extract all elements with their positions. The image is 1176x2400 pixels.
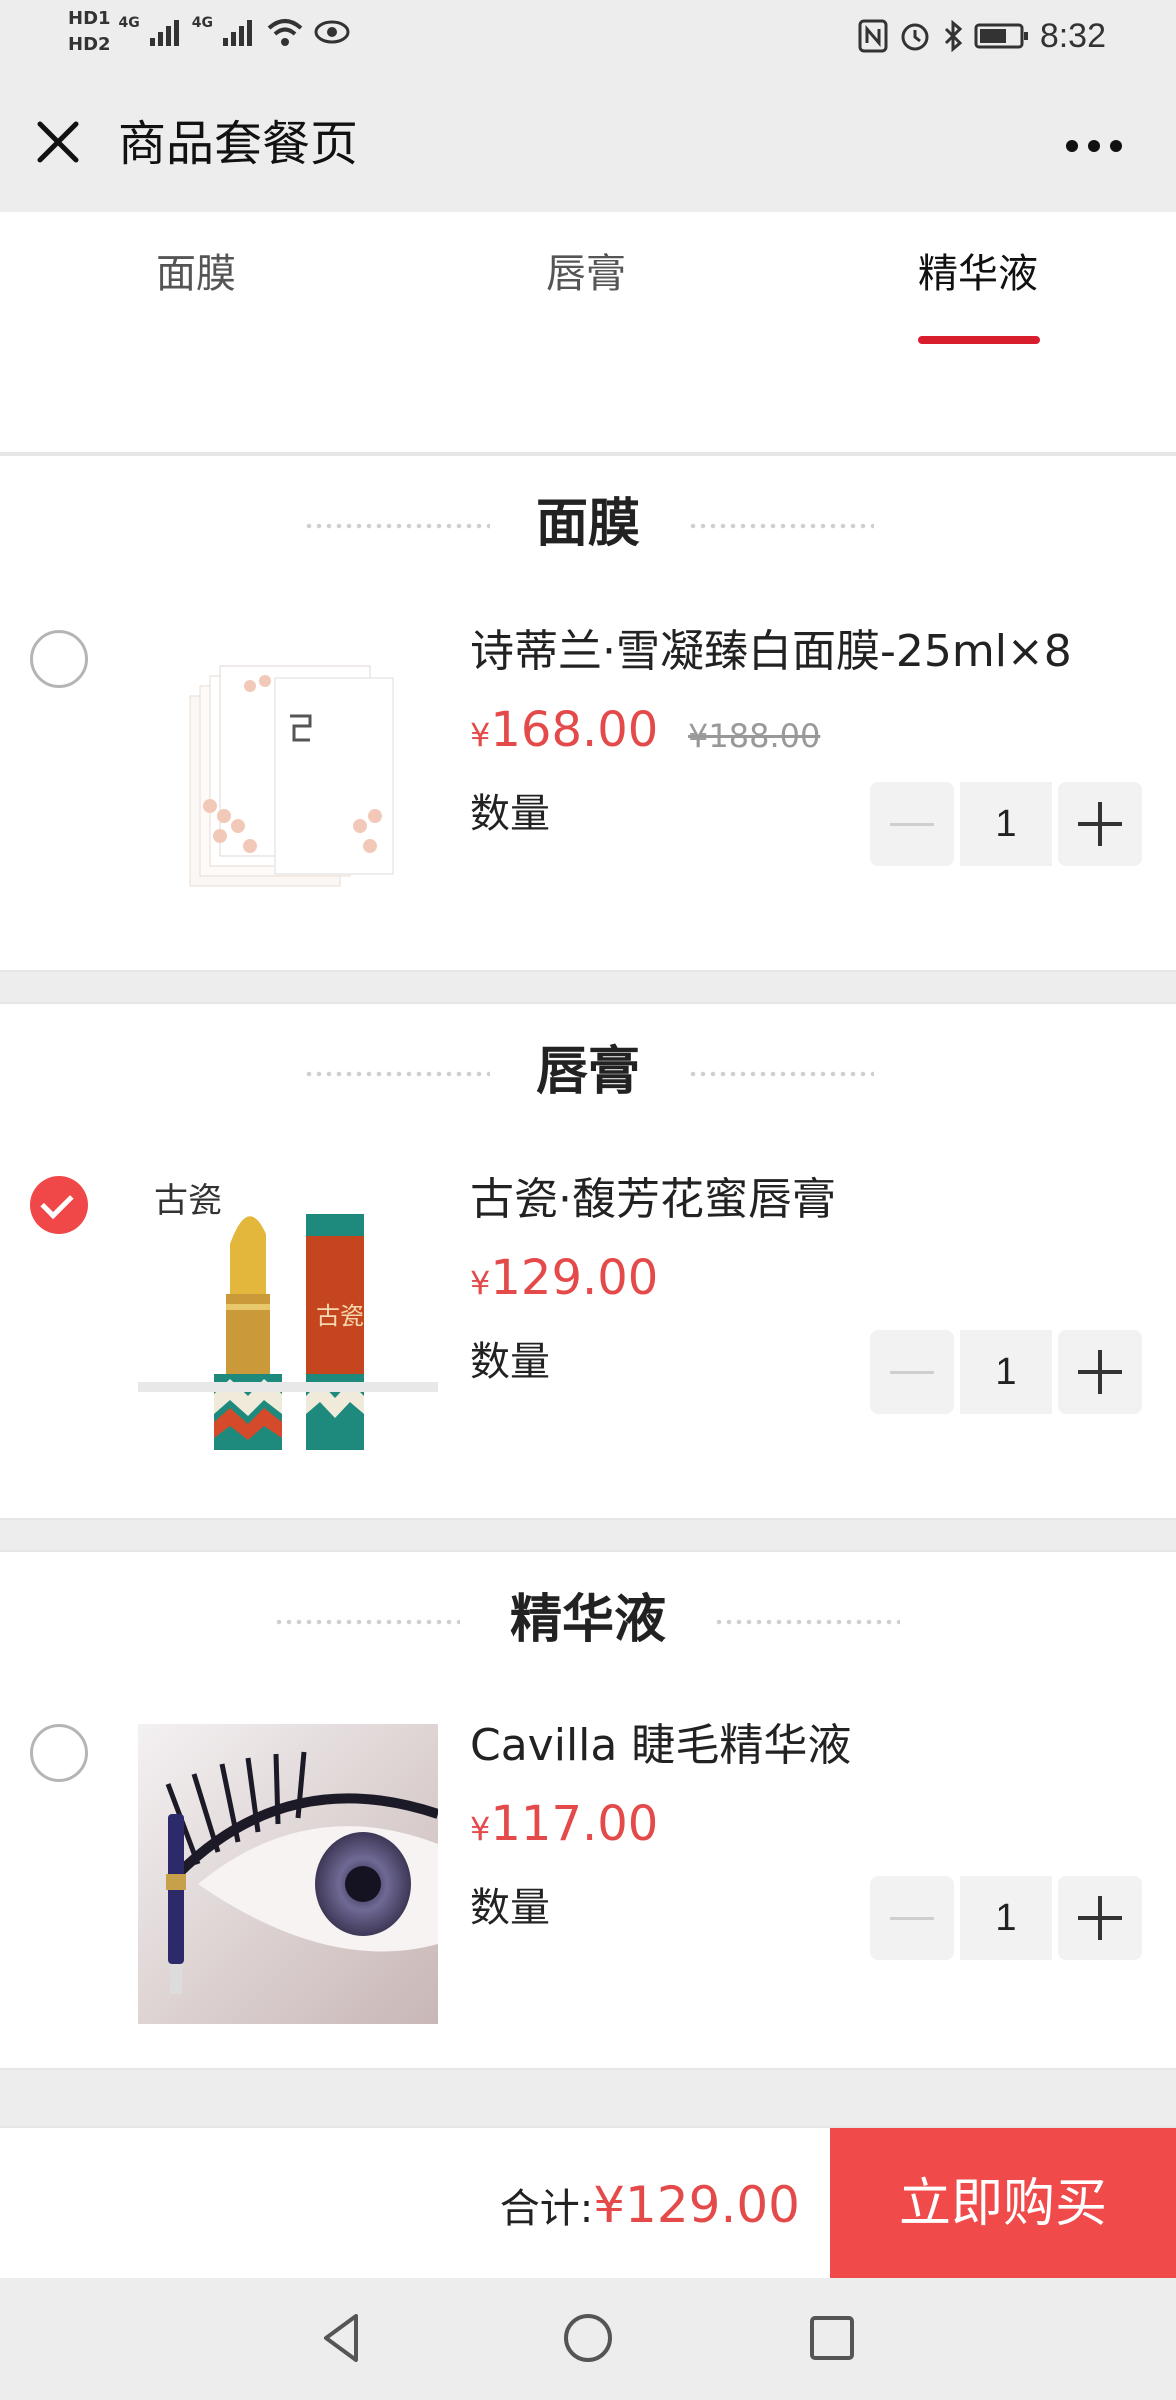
section-header: 精华液	[0, 1580, 1176, 1660]
quantity-value[interactable]: 1	[960, 1876, 1052, 1960]
product-image-mask	[138, 616, 438, 916]
price-value: 117.00	[490, 1796, 659, 1852]
status-left: HD1 HD2 4G 4G	[68, 6, 351, 58]
increase-button[interactable]	[1058, 1876, 1142, 1960]
product-price: ¥129.00	[470, 1248, 658, 1313]
hd1-indicator: HD1	[68, 8, 111, 29]
section-title: 唇膏	[535, 1042, 640, 1102]
signal-icon-2	[223, 20, 252, 46]
section-mask: 面膜 诗蒂兰·雪凝臻白面膜-25ml×8 ¥168.00 ¥188.00 数量 …	[0, 454, 1176, 972]
increase-button[interactable]	[1058, 1330, 1142, 1414]
svg-text:古瓷: 古瓷	[316, 1302, 364, 1330]
close-icon[interactable]	[30, 114, 86, 170]
recents-icon[interactable]	[802, 2308, 862, 2368]
decrease-button[interactable]	[870, 782, 954, 866]
tab-serum[interactable]: 精华液	[918, 244, 1038, 304]
quantity-label: 数量	[470, 791, 550, 837]
price-value: 168.00	[490, 702, 659, 758]
section-serum: 精华液 Cavilla 睫毛精华液 ¥117.00 数量 1	[0, 1550, 1176, 2070]
select-radio-lipstick[interactable]	[30, 1176, 88, 1234]
select-radio-serum[interactable]	[30, 1724, 88, 1782]
currency-symbol: ¥	[470, 1264, 491, 1302]
more-icon[interactable]	[1058, 126, 1130, 166]
status-right: 8:32	[858, 14, 1106, 58]
section-title: 面膜	[535, 494, 640, 554]
divider-right	[714, 1618, 900, 1626]
product-image-serum	[138, 1724, 438, 2024]
currency-symbol: ¥	[470, 1810, 491, 1848]
product-name: Cavilla 睫毛精华液	[470, 1720, 852, 1771]
select-radio-mask[interactable]	[30, 630, 88, 688]
quantity-stepper: 1	[870, 782, 1146, 866]
product-name: 诗蒂兰·雪凝臻白面膜-25ml×8	[470, 626, 1072, 677]
original-price: ¥188.00	[688, 717, 821, 755]
bluetooth-icon	[944, 19, 963, 53]
svg-text:古瓷: 古瓷	[154, 1181, 222, 1221]
section-header: 面膜	[0, 484, 1176, 564]
tab-lipstick[interactable]: 唇膏	[546, 244, 626, 304]
signal-icon	[149, 20, 179, 46]
price-value: 129.00	[490, 1250, 659, 1306]
quantity-stepper: 1	[870, 1330, 1146, 1414]
network-type-2: 4G	[191, 15, 213, 31]
product-name: 古瓷·馥芳花蜜唇膏	[470, 1174, 836, 1225]
product-price: ¥117.00	[470, 1794, 658, 1859]
divider-right	[688, 522, 874, 530]
quantity-label: 数量	[470, 1339, 550, 1385]
clock: 8:32	[1039, 17, 1106, 55]
product-image-lipstick: 古瓷 古瓷	[138, 1164, 438, 1464]
total-label: 合计:	[499, 2186, 594, 2232]
increase-button[interactable]	[1058, 782, 1142, 866]
total-summary: 合计:¥129.00	[500, 2170, 800, 2244]
battery-icon	[974, 23, 1028, 49]
alarm-icon	[901, 23, 929, 51]
home-icon[interactable]	[558, 2308, 618, 2368]
quantity-value[interactable]: 1	[960, 782, 1052, 866]
network-type-1: 4G	[118, 15, 140, 31]
wifi-icon	[267, 19, 303, 46]
active-tab-indicator	[918, 336, 1040, 344]
back-icon[interactable]	[312, 2308, 372, 2368]
category-tabs: 面膜 唇膏 精华液	[0, 212, 1176, 454]
hd2-indicator: HD2	[68, 34, 111, 55]
quantity-value[interactable]: 1	[960, 1330, 1052, 1414]
nfc-icon	[858, 19, 888, 53]
tab-mask[interactable]: 面膜	[156, 244, 236, 304]
title-bar: 商品套餐页	[0, 72, 1176, 212]
divider-right	[688, 1070, 874, 1078]
product-price: ¥168.00	[470, 700, 658, 765]
section-header: 唇膏	[0, 1032, 1176, 1112]
system-nav-bar	[0, 2278, 1176, 2400]
section-lipstick: 唇膏 古瓷 古瓷 古瓷·馥芳花蜜唇膏 ¥129.00 数量 1	[0, 1002, 1176, 1520]
purchase-bar: 合计:¥129.00 立即购买	[0, 2126, 1176, 2280]
currency-symbol: ¥	[470, 716, 491, 754]
buy-now-button[interactable]: 立即购买	[830, 2128, 1176, 2280]
section-title: 精华液	[509, 1590, 666, 1650]
total-price: ¥129.00	[593, 2176, 800, 2234]
quantity-stepper: 1	[870, 1876, 1146, 1960]
status-bar: HD1 HD2 4G 4G 8:32	[0, 0, 1176, 72]
quantity-label: 数量	[470, 1885, 550, 1931]
page-title: 商品套餐页	[118, 116, 359, 172]
decrease-button[interactable]	[870, 1330, 954, 1414]
decrease-button[interactable]	[870, 1876, 954, 1960]
eye-icon	[314, 20, 350, 44]
